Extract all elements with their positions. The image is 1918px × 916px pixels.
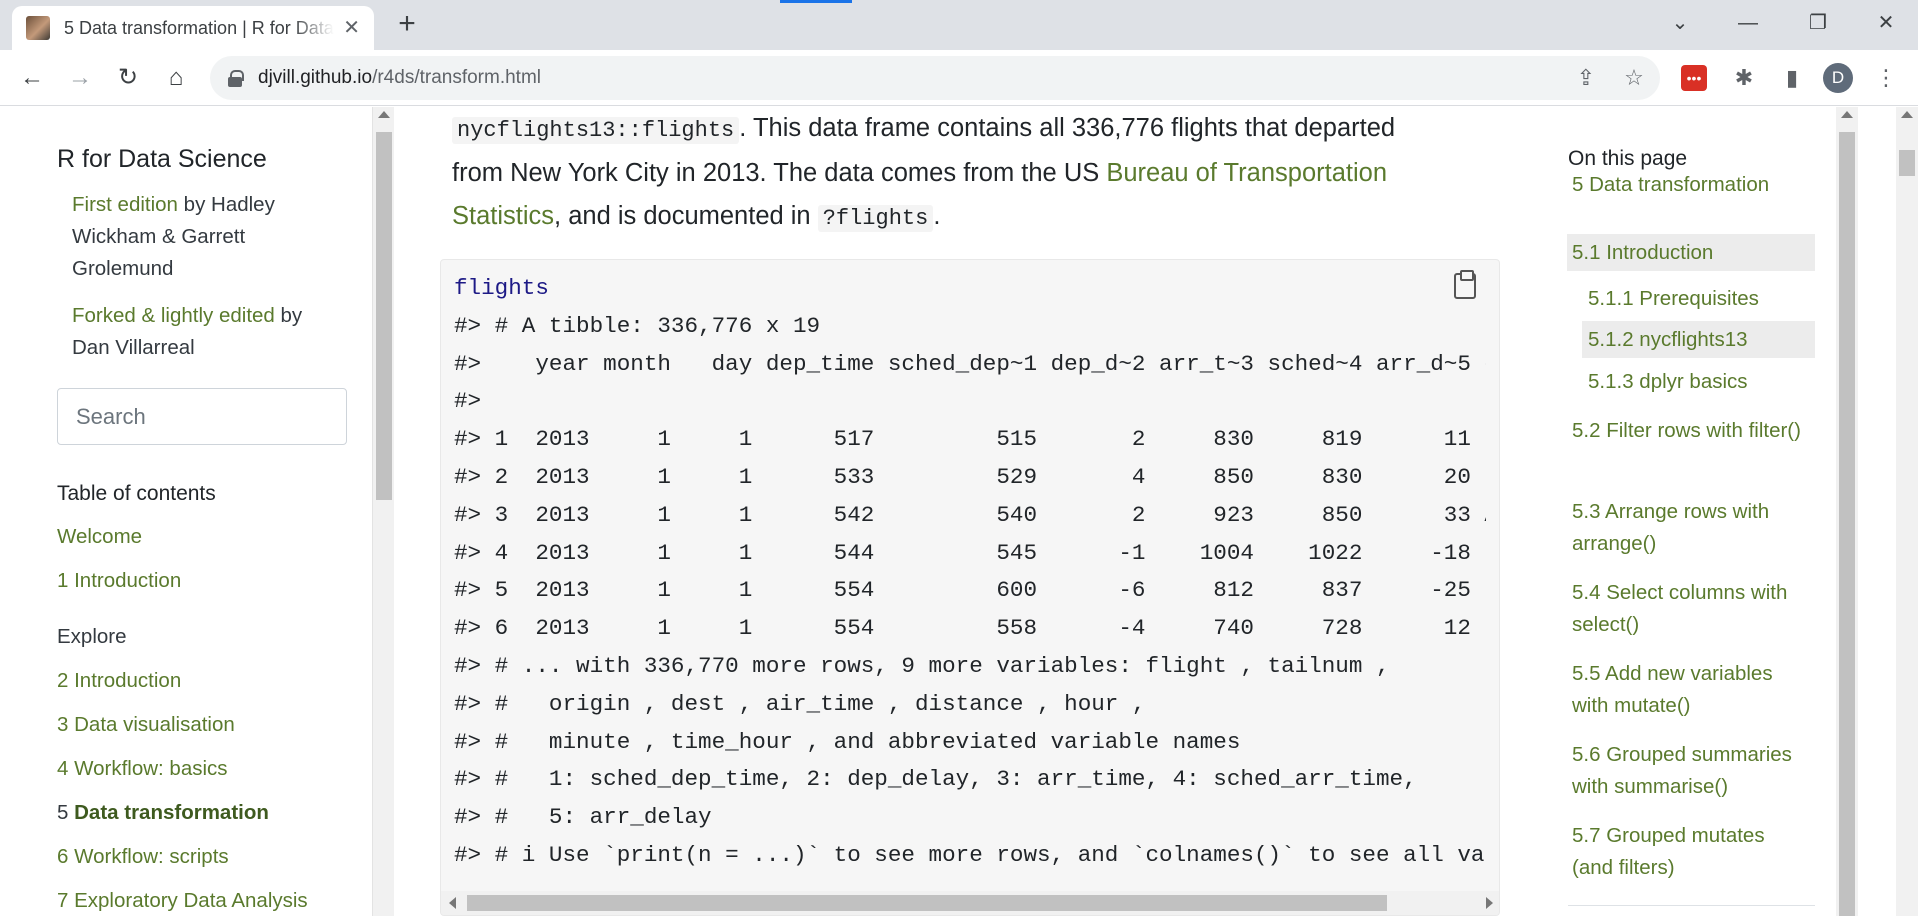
toc-item-workflow-basics[interactable]: 4 Workflow: basics [57, 757, 228, 781]
browser-toolbar: ← → ↻ ⌂ djvill.github.io/r4ds/transform.… [0, 50, 1918, 106]
web-page: R for Data Science First edition by Hadl… [0, 107, 1918, 916]
first-edition-link[interactable]: First edition [72, 193, 178, 216]
address-bar[interactable]: djvill.github.io/r4ds/transform.html ⇪ ☆ [210, 56, 1660, 100]
code-input-line: flights [454, 275, 549, 301]
extension-icon[interactable]: ••• [1681, 65, 1707, 91]
close-window-icon[interactable]: ✕ [1866, 6, 1906, 40]
book-title[interactable]: R for Data Science [57, 145, 267, 174]
toc-item-introduction[interactable]: 1 Introduction [57, 569, 181, 593]
code-output-line: #> # A tibble: 336,776 x 19 [454, 312, 821, 339]
otp-item-select[interactable]: 5.4 Select columns with select() [1572, 577, 1802, 641]
code-output-line: #> [454, 388, 482, 415]
extensions-puzzle-icon[interactable]: ✱ [1728, 62, 1760, 94]
otp-item-mutate[interactable]: 5.5 Add new variables with mutate() [1572, 658, 1802, 722]
otp-item-dplyr-basics[interactable]: 5.1.3 dplyr basics [1588, 366, 1810, 398]
otp-item-summarise[interactable]: 5.6 Grouped summaries with summarise() [1572, 739, 1812, 803]
window-scroll-thumb[interactable] [1899, 150, 1915, 176]
lock-icon[interactable] [228, 70, 244, 87]
reload-icon[interactable]: ↻ [110, 60, 146, 96]
divider [1568, 905, 1815, 906]
toc-item-explore-introduction[interactable]: 2 Introduction [57, 669, 181, 693]
on-this-page-title: On this page [1568, 147, 1688, 170]
otp-item-introduction[interactable]: 5.1 Introduction [1567, 234, 1815, 271]
on-this-page-nav: On this page 5 Data transformation 5.1 I… [1566, 107, 1816, 916]
forked-link[interactable]: Forked & lightly edited [72, 304, 275, 327]
page-inner-scrollbar[interactable] [1836, 107, 1858, 916]
scroll-up-arrow-icon[interactable] [378, 111, 390, 118]
sidebar-scrollbar[interactable] [372, 107, 394, 916]
side-panel-icon[interactable]: ▮ [1776, 62, 1808, 94]
toc-item-welcome[interactable]: Welcome [57, 525, 142, 549]
window-scrollbar[interactable] [1896, 107, 1918, 916]
code-output-line: #> 4 2013 1 1 544 545 -1 1004 1022 -18 B… [454, 539, 1486, 566]
page-inner-scroll-thumb[interactable] [1839, 132, 1855, 916]
toc-item-exploratory-data-analysis[interactable]: 7 Exploratory Data Analysis [57, 889, 308, 913]
main-content: nycflights13::flights. This data frame c… [440, 107, 1500, 916]
browser-tab[interactable]: 5 Data transformation | R for Data Scien… [12, 6, 374, 50]
credit-fork: Forked & lightly edited by Dan Villarrea… [72, 304, 303, 359]
home-icon[interactable]: ⌂ [158, 60, 194, 96]
book-sidebar: R for Data Science First edition by Hadl… [0, 107, 394, 916]
toc-item-data-visualisation[interactable]: 3 Data visualisation [57, 713, 235, 737]
bookmark-star-icon[interactable]: ☆ [1620, 64, 1648, 92]
new-tab-button[interactable]: + [392, 9, 422, 40]
scroll-up-arrow-icon[interactable] [1901, 111, 1913, 118]
otp-item-filter[interactable]: 5.2 Filter rows with filter() [1572, 415, 1802, 447]
toc-heading: Table of contents [57, 482, 216, 505]
search-input[interactable]: Search [57, 388, 347, 445]
menu-kebab-icon[interactable]: ⋮ [1870, 62, 1902, 94]
code-output-line: #> # minute , time_hour , and abbreviate… [454, 728, 1241, 755]
profile-avatar[interactable]: D [1823, 63, 1853, 93]
minimize-icon[interactable]: — [1728, 6, 1768, 40]
intro-paragraph: nycflights13::flights. This data frame c… [452, 114, 1396, 232]
url-text: djvill.github.io/r4ds/transform.html [258, 67, 542, 88]
browser-tab-strip: 5 Data transformation | R for Data Scien… [0, 0, 1918, 50]
tab-search-icon[interactable]: ⌄ [1660, 6, 1700, 40]
tab-close-icon[interactable]: ✕ [343, 18, 360, 38]
code-output-line: #> 6 2013 1 1 554 558 -4 740 728 12 UA [454, 615, 1486, 642]
otp-item-grouped-mutates[interactable]: 5.7 Grouped mutates (and filters) [1572, 820, 1802, 884]
share-icon[interactable]: ⇪ [1572, 64, 1600, 92]
code-output-line: #> # origin , dest , air_time , distance… [454, 690, 1146, 717]
code-block: flights #> # A tibble: 336,776 x 19 #> y… [440, 259, 1500, 916]
code-output-line: #> # 1: sched_dep_time, 2: dep_delay, 3:… [454, 766, 1417, 793]
scroll-right-arrow-icon[interactable] [1486, 897, 1493, 909]
code-output-line: #> 5 2013 1 1 554 600 -6 812 837 -25 DL [454, 577, 1486, 604]
code-output-line: #> 1 2013 1 1 517 515 2 830 819 11 UA [454, 426, 1486, 453]
toc-item-workflow-scripts[interactable]: 6 Workflow: scripts [57, 845, 229, 869]
tab-title: 5 Data transformation | R for Data Scien… [64, 17, 334, 38]
code-output: flights #> # A tibble: 336,776 x 19 #> y… [454, 270, 1486, 875]
inline-code-package: nycflights13::flights [452, 117, 740, 144]
back-icon[interactable]: ← [14, 60, 50, 96]
otp-item-nycflights13[interactable]: 5.1.2 nycflights13 [1582, 321, 1815, 358]
scroll-up-arrow-icon[interactable] [1841, 111, 1853, 118]
toc-item-data-transformation[interactable]: 5 Data transformation [57, 801, 269, 825]
code-horizontal-scrollbar[interactable] [441, 891, 1499, 915]
otp-item-data-transformation[interactable]: 5 Data transformation [1572, 169, 1812, 201]
otp-item-prerequisites[interactable]: 5.1.1 Prerequisites [1588, 283, 1810, 315]
code-output-line: #> year month day dep_time sched_dep~1 d… [454, 350, 1486, 377]
code-output-line: #> # ... with 336,770 more rows, 9 more … [454, 652, 1390, 679]
otp-item-arrange[interactable]: 5.3 Arrange rows with arrange() [1572, 496, 1802, 560]
forward-icon[interactable]: → [62, 60, 98, 96]
sidebar-scroll-thumb[interactable] [376, 132, 392, 500]
credit-first-edition: First edition by Hadley Wickham & Garret… [72, 193, 275, 280]
restore-icon[interactable]: ❐ [1798, 6, 1838, 40]
code-output-line: #> # 5: arr_delay [454, 804, 712, 831]
inline-code-help: ?flights [817, 205, 934, 232]
site-favicon-icon [26, 16, 50, 40]
toc-part-explore: Explore [57, 625, 127, 648]
code-scroll-thumb[interactable] [467, 895, 1387, 911]
loading-indicator [780, 0, 852, 3]
scroll-left-arrow-icon[interactable] [449, 897, 456, 909]
code-output-line: #> 2 2013 1 1 533 529 4 850 830 20 UA [454, 463, 1486, 490]
code-output-line: #> 3 2013 1 1 542 540 2 923 850 33 AA [454, 501, 1486, 528]
code-output-line: #> # i Use `print(n = ...)` to see more … [454, 841, 1486, 868]
